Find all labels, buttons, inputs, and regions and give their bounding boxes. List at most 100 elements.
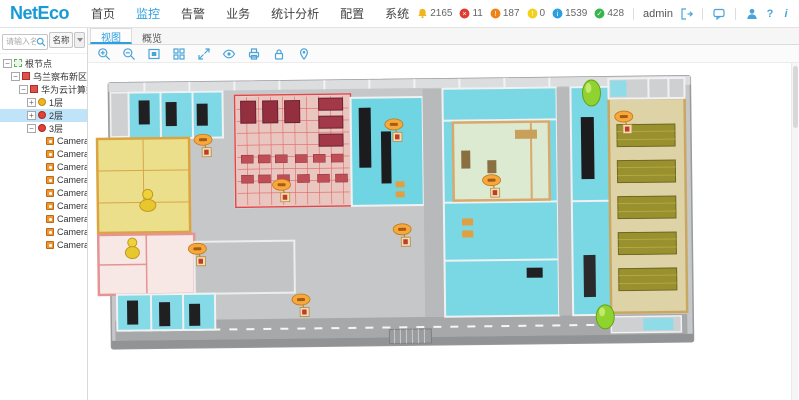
chevron-down-icon[interactable] <box>74 32 85 48</box>
nav-item-6[interactable]: 系统 <box>385 5 409 22</box>
help-icon[interactable]: ? <box>765 8 775 20</box>
floorplan-canvas[interactable] <box>88 63 799 400</box>
device-tree: −根节点−乌兰察布新区云计算−华为云计算数据中心+1层+2层−3层Camera1… <box>0 54 87 400</box>
floor-red-icon <box>38 124 46 132</box>
tree-node-Camera5[interactable]: Camera5 <box>0 187 87 200</box>
normal-alarm-icon[interactable]: ✓428 <box>594 8 624 19</box>
alarm-lamp-icon[interactable]: 2165 <box>417 8 452 19</box>
root-icon <box>14 59 22 67</box>
tree-node-Camera4[interactable]: Camera4 <box>0 174 87 187</box>
nav-item-4[interactable]: 统计分析 <box>271 5 319 22</box>
camera-icon <box>46 202 54 210</box>
room-block-rightcenter <box>442 87 559 316</box>
grid-icon[interactable] <box>172 47 186 61</box>
tree-node-华为云计算数据中心[interactable]: − 华为云计算数据中心 <box>0 83 87 96</box>
floorplan-3d-view[interactable] <box>94 69 757 367</box>
logout-icon[interactable] <box>679 7 693 21</box>
zoom-out-icon[interactable] <box>122 47 136 61</box>
search-icon[interactable] <box>36 34 46 44</box>
tree-node-label: Camera3 <box>57 162 87 172</box>
fullscreen-icon[interactable] <box>197 47 211 61</box>
tree-node-乌兰察布新区云计算[interactable]: −乌兰察布新区云计算 <box>0 70 87 83</box>
tree-toggle-icon[interactable]: + <box>27 111 36 120</box>
camera-icon <box>46 163 54 171</box>
tree-node-Camera6[interactable]: Camera6 <box>0 200 87 213</box>
tree-node-1层[interactable]: +1层 <box>0 96 87 109</box>
nav-item-0[interactable]: 首页 <box>91 5 115 22</box>
nav-item-3[interactable]: 业务 <box>226 5 250 22</box>
major-alarm-icon[interactable]: !187 <box>490 8 520 19</box>
tree-node-label: Camera2 <box>57 149 87 159</box>
room-olive-batteries <box>609 98 688 313</box>
green-figure <box>596 305 614 329</box>
tree-node-label: Camera7 <box>57 214 87 224</box>
nav-item-5[interactable]: 配置 <box>340 5 364 22</box>
tree-node-Camera7[interactable]: Camera7 <box>0 213 87 226</box>
person-figure <box>128 238 137 247</box>
tree-toggle-icon[interactable]: + <box>27 98 36 107</box>
info-icon[interactable]: i <box>781 8 791 20</box>
zoom-in-icon[interactable] <box>97 47 111 61</box>
tree-node-根节点[interactable]: −根节点 <box>0 57 87 70</box>
chat-icon[interactable] <box>712 7 726 21</box>
tree-node-label: 3层 <box>49 122 63 135</box>
tree-toggle-icon[interactable]: − <box>3 59 12 68</box>
scrollbar-thumb[interactable] <box>793 66 798 128</box>
minor-alarm-icon[interactable]: !0 <box>527 8 546 19</box>
tree-node-Camera1[interactable]: Camera1 <box>0 135 87 148</box>
floor-red-icon <box>38 111 46 119</box>
camera-icon <box>46 176 54 184</box>
site-icon <box>22 72 30 80</box>
fit-view-icon[interactable] <box>147 47 161 61</box>
user-icon[interactable] <box>745 7 759 21</box>
nav-item-1[interactable]: 监控 <box>136 5 160 22</box>
main-area: 视图概览 <box>88 28 799 400</box>
divider <box>735 8 736 20</box>
svg-text:!: ! <box>494 9 496 18</box>
lock-icon[interactable] <box>272 47 286 61</box>
main-nav: 首页 监控 告警 业务 统计分析 配置 系统 <box>91 5 409 22</box>
tree-node-Camera9[interactable]: Camera9 <box>0 239 87 252</box>
tree-node-label: Camera8 <box>57 227 87 237</box>
floor-yellow-icon <box>38 98 46 106</box>
locate-icon[interactable] <box>297 47 311 61</box>
view-toolbar <box>88 45 799 63</box>
tree-node-Camera2[interactable]: Camera2 <box>0 148 87 161</box>
camera-icon <box>46 215 54 223</box>
tree-node-label: Camera1 <box>57 136 87 146</box>
tree-node-Camera8[interactable]: Camera8 <box>0 226 87 239</box>
stairs <box>389 329 431 344</box>
floorplan-svg <box>94 69 757 362</box>
tab-1[interactable]: 概览 <box>132 28 172 44</box>
username-label: admin <box>643 8 673 20</box>
view-icon[interactable] <box>222 47 236 61</box>
critical-alarm-icon[interactable]: ×11 <box>459 8 482 19</box>
warning-alarm-icon[interactable]: i1539 <box>552 8 587 19</box>
tree-node-3层[interactable]: − 3层 <box>0 122 87 135</box>
room-cyan-bottomleft <box>117 294 215 331</box>
dc-icon <box>30 85 38 93</box>
sidebar: 名称 −根节点−乌兰察布新区云计算−华为云计算数据中心+1层+2层−3层Came… <box>0 28 88 400</box>
header-right: 2165 ×11 !187 !0 i1539 ✓428 admin ? i <box>417 7 791 21</box>
nav-item-2[interactable]: 告警 <box>181 5 205 22</box>
tree-node-label: 1层 <box>49 96 63 109</box>
tree-toggle-icon[interactable]: − <box>11 72 20 81</box>
camera-icon <box>46 228 54 236</box>
tree-node-label: 2层 <box>49 109 63 122</box>
room-pink <box>98 234 195 295</box>
camera-icon <box>46 241 54 249</box>
tree-toggle-icon[interactable]: − <box>19 85 28 94</box>
tree-toggle-icon[interactable]: − <box>27 124 36 133</box>
tree-node-label: Camera9 <box>57 240 87 250</box>
tree-node-2层[interactable]: +2层 <box>0 109 87 122</box>
filter-dropdown[interactable]: 名称 <box>49 32 73 48</box>
tree-node-Camera3[interactable]: Camera3 <box>0 161 87 174</box>
print-icon[interactable] <box>247 47 261 61</box>
camera-icon <box>46 137 54 145</box>
tree-node-label: Camera4 <box>57 175 87 185</box>
tab-0[interactable]: 视图 <box>90 28 132 44</box>
room-cyan-strip <box>570 87 611 315</box>
tree-node-label: 华为云计算数据中心 <box>41 83 87 96</box>
vertical-scrollbar[interactable] <box>791 63 798 400</box>
divider <box>633 8 634 20</box>
